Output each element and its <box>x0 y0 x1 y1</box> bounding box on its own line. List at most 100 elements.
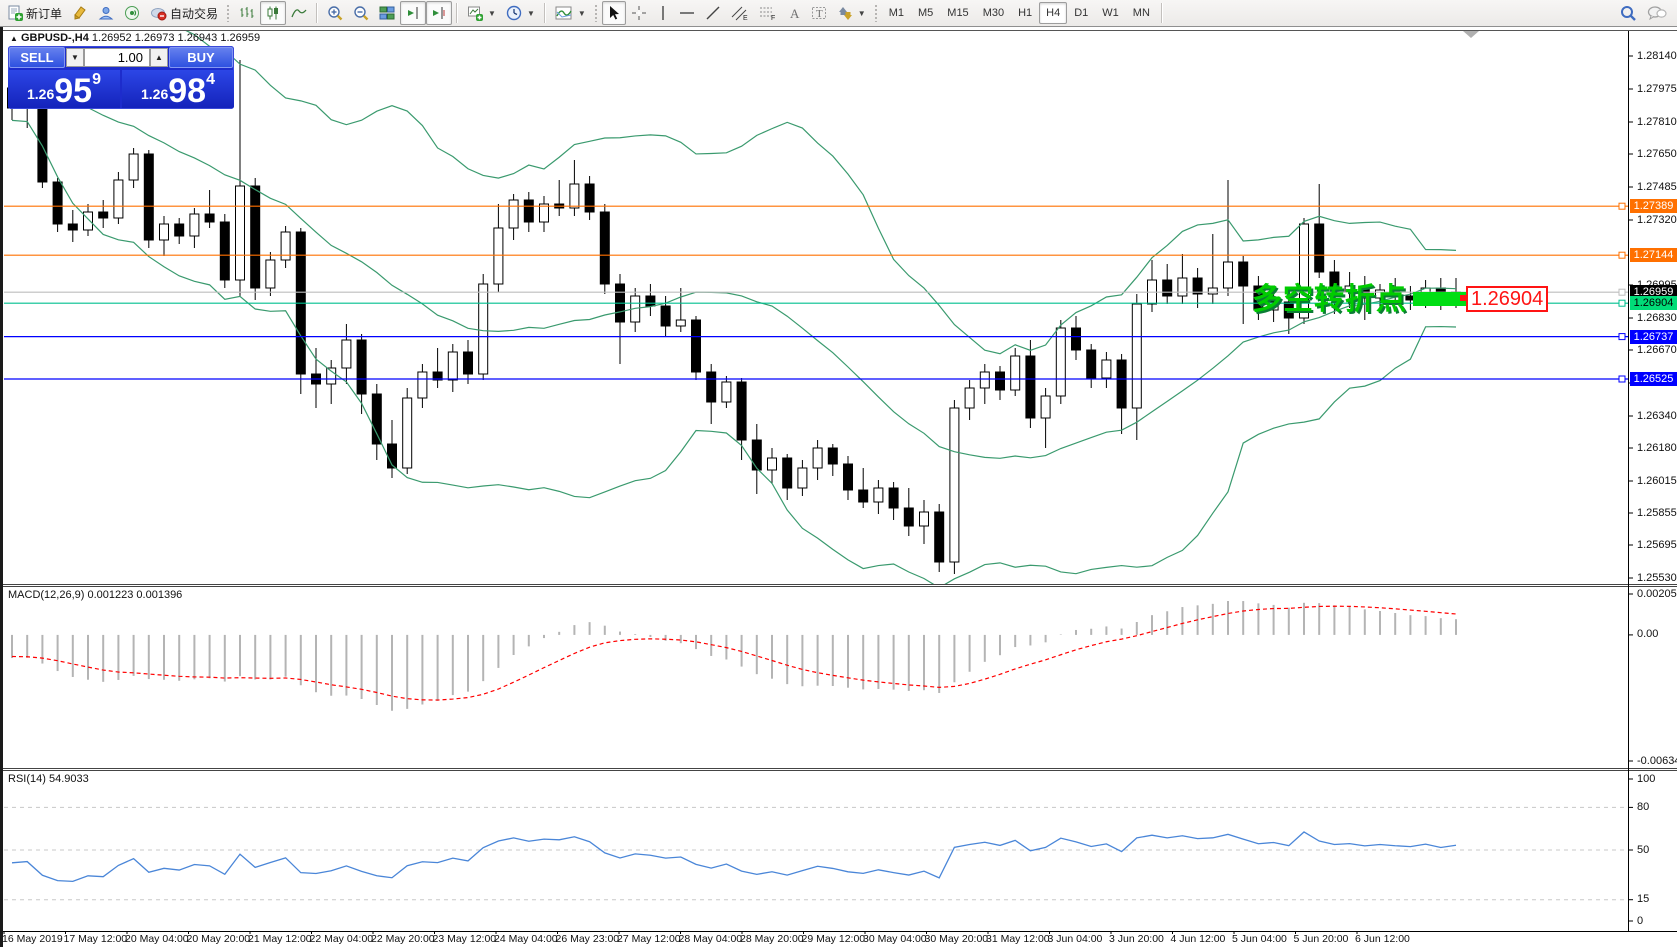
line-chart-button[interactable] <box>286 1 312 25</box>
buy-price-big: 98 <box>168 76 206 106</box>
time-axis-label: 29 May 12:00 <box>802 933 866 945</box>
volume-decrease-button[interactable]: ▼ <box>66 48 84 67</box>
time-axis-label: 28 May 04:00 <box>679 933 743 945</box>
text-label-icon: T <box>811 5 827 21</box>
profile-button[interactable] <box>93 1 119 25</box>
cursor-button[interactable] <box>602 1 626 25</box>
signals-icon <box>124 5 140 21</box>
timeframe-mn[interactable]: MN <box>1126 2 1157 24</box>
price-callout-box[interactable]: 1.26904 <box>1466 286 1548 312</box>
auto-scroll-button[interactable] <box>400 1 426 25</box>
tile-windows-button[interactable] <box>374 1 400 25</box>
highlight-rectangle[interactable] <box>1413 292 1467 306</box>
text-label-button[interactable]: T <box>806 1 832 25</box>
arrow-tools-button[interactable]: ▼ <box>832 1 871 25</box>
sell-price-big: 95 <box>54 76 92 106</box>
new-order-button[interactable]: 新订单 <box>2 1 67 25</box>
timeframe-h4[interactable]: H4 <box>1039 2 1067 24</box>
price-tick-label: 1.25695 <box>1637 539 1677 551</box>
volume-input[interactable]: 1.00 <box>84 48 150 67</box>
time-axis-label: 30 May 20:00 <box>925 933 989 945</box>
price-tick-label: 1.28140 <box>1637 50 1677 62</box>
equidistant-channel-icon: E <box>731 5 749 21</box>
timeframe-m1[interactable]: M1 <box>882 2 911 24</box>
symbol-collapse-icon[interactable]: ▲ <box>10 34 18 43</box>
vertical-line-button[interactable] <box>652 1 674 25</box>
annotation-text[interactable]: 多空转折点 <box>1252 274 1407 318</box>
toolbar-handle <box>226 4 231 22</box>
time-axis-label: 20 May 20:00 <box>187 933 251 945</box>
text-button[interactable]: A <box>782 1 806 25</box>
toolbar-separator <box>456 3 458 23</box>
sell-price-sup: 9 <box>92 71 101 89</box>
fibonacci-button[interactable]: F <box>754 1 782 25</box>
crosshair-icon <box>631 5 647 21</box>
toolbar-handle <box>874 4 879 22</box>
new-chart-button[interactable]: ▼ <box>462 1 501 25</box>
chat-icon[interactable] <box>1647 5 1667 21</box>
auto-scroll-icon <box>405 5 421 21</box>
tile-windows-icon <box>379 5 395 21</box>
autotrading-button[interactable]: 自动交易 <box>145 1 223 25</box>
bar-chart-icon <box>239 5 255 21</box>
timeframe-m30[interactable]: M30 <box>976 2 1011 24</box>
rsi-tick-label: 80 <box>1637 801 1649 813</box>
toolbar-separator <box>316 3 318 23</box>
price-tick-label: 1.26830 <box>1637 312 1677 324</box>
buy-price[interactable]: 1.26 98 4 <box>122 70 234 108</box>
bar-chart-button[interactable] <box>234 1 260 25</box>
equidistant-channel-button[interactable]: E <box>726 1 754 25</box>
sell-price[interactable]: 1.26 95 9 <box>8 70 120 108</box>
price-tick-label: 1.27975 <box>1637 83 1677 95</box>
timeframe-m5[interactable]: M5 <box>911 2 940 24</box>
buy-button[interactable]: BUY <box>169 47 233 68</box>
time-axis-label: 27 May 12:00 <box>617 933 681 945</box>
timeframe-w1[interactable]: W1 <box>1095 2 1126 24</box>
search-icon[interactable] <box>1620 5 1637 22</box>
chart-shift-button[interactable] <box>426 1 452 25</box>
time-axis-label: 6 Jun 12:00 <box>1355 933 1410 945</box>
macd-tick-label: 0.002059 <box>1637 588 1677 600</box>
timeframe-m15[interactable]: M15 <box>940 2 975 24</box>
zoom-in-button[interactable] <box>322 1 348 25</box>
mt4-window: 新订单 自动交易 <box>0 0 1677 947</box>
timeframe-h1[interactable]: H1 <box>1011 2 1039 24</box>
buy-price-head: 1.26 <box>141 86 168 102</box>
metaeditor-button[interactable] <box>67 1 93 25</box>
crosshair-button[interactable] <box>626 1 652 25</box>
horizontal-line-button[interactable] <box>674 1 700 25</box>
buy-price-sup: 4 <box>206 71 215 89</box>
zoom-out-button[interactable] <box>348 1 374 25</box>
time-axis-label: 5 Jun 20:00 <box>1294 933 1349 945</box>
svg-text:A: A <box>790 6 800 21</box>
time-axis-label: 17 May 12:00 <box>64 933 128 945</box>
sell-button[interactable]: SELL <box>9 47 65 68</box>
price-tick-label: 1.26340 <box>1637 410 1677 422</box>
horizontal-line-icon <box>679 5 695 21</box>
indicators-button[interactable]: ▼ <box>550 1 591 25</box>
dropdown-arrow-icon: ▼ <box>578 9 586 18</box>
volume-increase-button[interactable]: ▲ <box>150 48 168 67</box>
trendline-button[interactable] <box>700 1 726 25</box>
periods-button[interactable]: ▼ <box>501 1 540 25</box>
price-tick-label: 1.26015 <box>1637 475 1677 487</box>
one-click-trading-panel: SELL ▼ 1.00 ▲ BUY 1.26 95 9 1.26 98 4 <box>8 46 234 109</box>
signals-button[interactable] <box>119 1 145 25</box>
time-axis-label: 4 Jun 12:00 <box>1171 933 1226 945</box>
candlestick-chart-button[interactable] <box>260 1 286 25</box>
price-badge-1.27144: 1.27144 <box>1630 248 1677 262</box>
time-axis-label: 31 May 12:00 <box>986 933 1050 945</box>
svg-text:T: T <box>816 8 823 20</box>
time-axis-label: 16 May 2019 <box>2 933 63 945</box>
macd-label: MACD(12,26,9) 0.001223 0.001396 <box>8 589 182 601</box>
price-tick-label: 1.26670 <box>1637 344 1677 356</box>
time-axis-label: 3 Jun 04:00 <box>1048 933 1103 945</box>
timeframe-d1[interactable]: D1 <box>1067 2 1095 24</box>
line-chart-icon <box>291 5 307 21</box>
chart-canvas[interactable] <box>0 0 1677 947</box>
price-tick-label: 1.27810 <box>1637 116 1677 128</box>
price-badge-1.26737: 1.26737 <box>1630 330 1677 344</box>
window-left-edge <box>0 27 3 947</box>
autotrading-label: 自动交易 <box>170 5 218 22</box>
toolbar-separator <box>1161 3 1163 23</box>
